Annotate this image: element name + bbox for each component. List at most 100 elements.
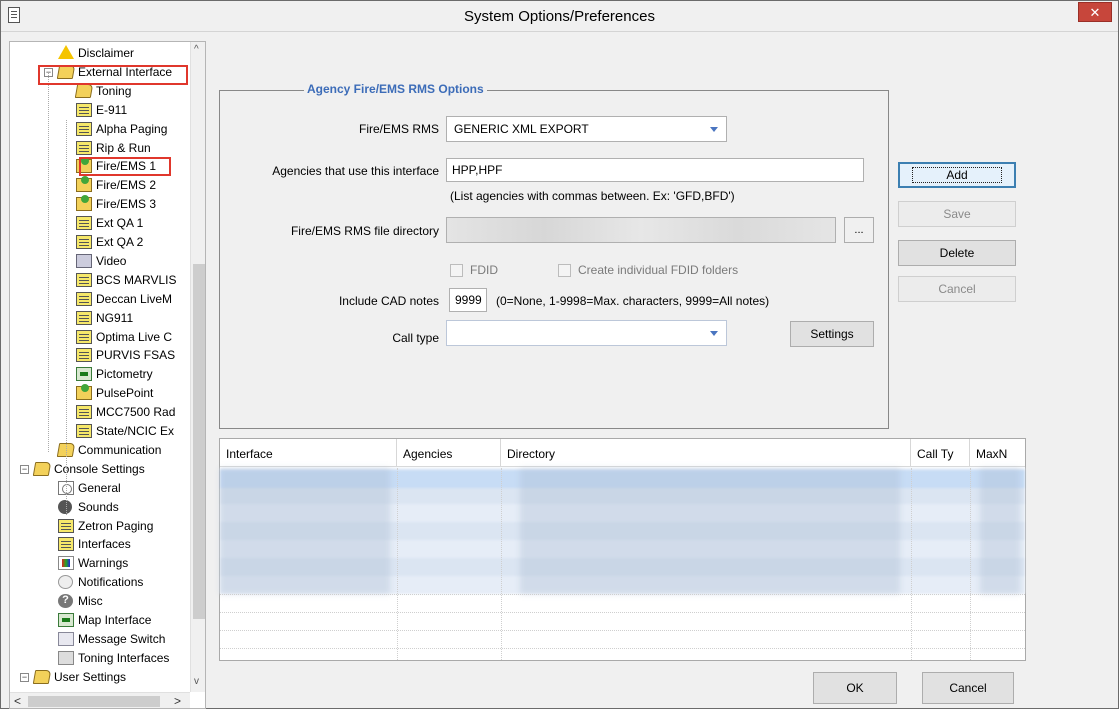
- settings-button[interactable]: Settings: [790, 321, 874, 347]
- col-divider: [970, 468, 971, 660]
- document-icon: [76, 348, 92, 363]
- scroll-down-icon[interactable]: v: [194, 676, 199, 687]
- tree-item-label: Map Interface: [78, 613, 152, 627]
- rms-label: Fire/EMS RMS: [358, 122, 439, 136]
- call-type-select[interactable]: [446, 320, 727, 346]
- document-icon: [76, 405, 92, 420]
- agencies-hint: (List agencies with commas between. Ex: …: [450, 189, 735, 203]
- tree-item-label: Ext QA 1: [96, 216, 144, 231]
- scroll-left-icon[interactable]: <: [14, 694, 21, 708]
- fdid-checkbox[interactable]: [450, 264, 463, 277]
- tree-item-label: Misc: [78, 594, 103, 609]
- col-divider: [501, 468, 502, 660]
- tree-item-label: Communication: [78, 442, 162, 457]
- warnings-icon: [58, 556, 74, 571]
- highlight-box: [38, 65, 188, 85]
- add-button[interactable]: Add: [898, 162, 1016, 188]
- tree-item-label: BCS MARVLIS: [96, 272, 177, 287]
- tree-connector: [66, 120, 67, 515]
- dropdown-arrow-icon: [710, 331, 718, 336]
- document-icon: [76, 310, 92, 325]
- options-window: System Options/Preferences ✕ Disclaimer E…: [0, 0, 1119, 709]
- col-call-type[interactable]: Call Ty: [911, 439, 970, 467]
- directory-input[interactable]: [446, 217, 836, 243]
- expand-collapse-icon[interactable]: −: [20, 672, 29, 682]
- tree-item-label: Warnings: [78, 556, 129, 571]
- message-icon: [58, 631, 74, 646]
- tree-vertical-scrollbar[interactable]: ^ v: [190, 42, 205, 692]
- row-divider: [220, 648, 1025, 649]
- folder-icon: [32, 669, 52, 684]
- col-divider: [911, 468, 912, 660]
- speaker-icon: [58, 499, 72, 514]
- tree-item-label: NG911: [96, 310, 134, 325]
- table-header: Interface Agencies Directory Call Ty Max…: [220, 439, 1025, 467]
- save-button[interactable]: Save: [898, 201, 1016, 227]
- tree-item-label: Zetron Paging: [78, 518, 154, 533]
- settings-tree: Disclaimer External Interface − Toning E-911…: [9, 41, 206, 709]
- row-divider: [220, 630, 1025, 631]
- table-rows-blurred[interactable]: [220, 468, 1025, 594]
- agencies-label: Agencies that use this interface: [272, 164, 439, 178]
- document-icon: [76, 216, 92, 231]
- document-icon: [76, 121, 92, 136]
- col-interface[interactable]: Interface: [220, 439, 397, 467]
- expand-collapse-icon[interactable]: −: [20, 464, 29, 474]
- document-icon: [58, 518, 74, 533]
- directory-label: Fire/EMS RMS file directory: [290, 224, 439, 238]
- tree-item-label: Rip & Run: [96, 140, 151, 155]
- tree-item-label: PURVIS FSAS: [96, 348, 176, 363]
- tree-item-label: Fire/EMS 3: [96, 197, 157, 212]
- agencies-input[interactable]: HPP,HPF: [446, 158, 864, 182]
- map-icon: [76, 367, 92, 382]
- document-icon: [76, 140, 92, 155]
- close-button[interactable]: ✕: [1078, 2, 1112, 22]
- cad-notes-input[interactable]: 9999: [449, 288, 487, 312]
- scroll-up-icon[interactable]: ^: [194, 44, 199, 55]
- tree-item-label: Video: [96, 253, 127, 268]
- help-icon: ?: [58, 594, 73, 609]
- tree-item-label: Notifications: [78, 575, 144, 590]
- document-icon: [76, 424, 92, 438]
- col-maxn[interactable]: MaxN: [970, 439, 1025, 467]
- col-agencies[interactable]: Agencies: [397, 439, 501, 467]
- video-icon: [76, 253, 92, 268]
- bubble-icon: [58, 575, 73, 590]
- tree-item-label: Ext QA 2: [96, 235, 144, 249]
- tree-item-label: Optima Live C: [96, 329, 173, 344]
- cancel-button[interactable]: Cancel: [922, 672, 1014, 704]
- document-icon: [76, 291, 92, 306]
- document-icon: [76, 235, 92, 249]
- toning-icon: [58, 650, 74, 665]
- delete-button[interactable]: Delete: [898, 240, 1016, 266]
- scroll-right-icon[interactable]: >: [174, 694, 181, 708]
- agency-rms-options-group: Agency Fire/EMS RMS Options Fire/EMS RMS…: [219, 82, 889, 429]
- rms-select-value: GENERIC XML EXPORT: [454, 122, 589, 136]
- call-type-label: Call type: [392, 331, 439, 345]
- ok-button[interactable]: OK: [813, 672, 897, 704]
- col-directory[interactable]: Directory: [501, 439, 911, 467]
- browse-button[interactable]: ...: [844, 217, 874, 243]
- group-title: Agency Fire/EMS RMS Options: [304, 82, 487, 96]
- tree-connector: [48, 72, 49, 452]
- fdid-folders-checkbox[interactable]: [558, 264, 571, 277]
- title-bar: System Options/Preferences ✕: [1, 1, 1118, 32]
- interfaces-table: Interface Agencies Directory Call Ty Max…: [219, 438, 1026, 661]
- blur-band: [220, 468, 390, 594]
- tree-item-label: Pictometry: [96, 367, 153, 382]
- tree-item-label: Console Settings: [54, 461, 145, 476]
- map-icon: [58, 613, 74, 627]
- rms-select[interactable]: GENERIC XML EXPORT: [446, 116, 727, 142]
- side-cancel-button[interactable]: Cancel: [898, 276, 1016, 302]
- tree-item-label: E-911: [96, 102, 128, 117]
- document-icon: [76, 102, 92, 117]
- document-icon: [58, 537, 74, 552]
- blur-band: [980, 468, 1020, 594]
- tree-item-label: User Settings: [54, 669, 127, 684]
- tree-horizontal-scrollbar[interactable]: < >: [10, 692, 190, 708]
- tree-item-label: Sounds: [78, 499, 119, 514]
- tree-hscroll-thumb[interactable]: [28, 696, 160, 707]
- tree-scroll-thumb[interactable]: [193, 264, 205, 619]
- tree-item-label: Message Switch: [78, 631, 166, 646]
- row-divider: [220, 594, 1025, 595]
